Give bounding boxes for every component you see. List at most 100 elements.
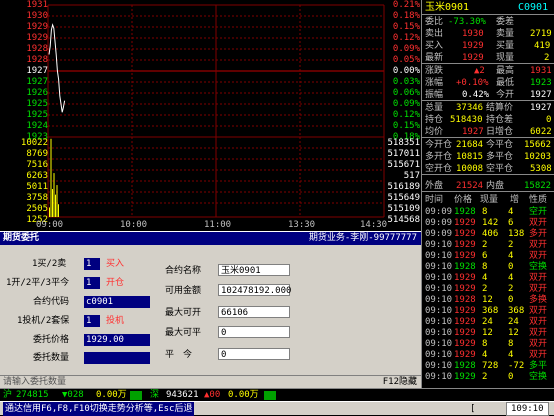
price-tick: 1925: [26, 110, 48, 120]
tick-row: 09:10 1929 12 12 双开: [422, 328, 554, 339]
volume-bar: [52, 189, 53, 217]
tick-row: 09:10 1929 6 4 双开: [422, 251, 554, 262]
tick-row: 09:10 1928 12 0 多换: [422, 295, 554, 306]
volume-tick: 10022: [20, 138, 48, 148]
bs-label: 1买/2卖: [32, 259, 67, 269]
ticks-header-time: 时间: [425, 195, 444, 205]
change-value: ▲2: [474, 66, 485, 76]
clock: 109:10: [506, 402, 549, 416]
short-close-label: 空平仓: [486, 164, 514, 174]
max-close-field: 0: [218, 326, 290, 338]
change-row: 涨跌 ▲2 最高 1931: [422, 66, 554, 77]
tick-inc: 6: [508, 218, 514, 228]
buy-vol: 419: [534, 41, 551, 51]
tick-inc: 8: [508, 339, 514, 349]
oi-row: 持仓 518430 持仓差 0: [422, 115, 554, 126]
tick-qty: 2: [482, 372, 488, 382]
tick-time: 09:10: [425, 273, 453, 283]
price-tick: 1927: [26, 77, 48, 87]
sell-row: 卖出 1930 卖量 2719: [422, 29, 554, 40]
tick-qty: 2: [482, 284, 488, 294]
quote-panel: 玉米0901 C0901 委比 -73.30% 委差 卖出 1930 卖量 27…: [421, 0, 554, 388]
tick-inc: 4: [508, 251, 514, 261]
volume-tick: 8769: [26, 149, 48, 159]
order-title: 期货委托: [3, 233, 40, 243]
tick-row: 09:10 1929 2 2 双开: [422, 284, 554, 295]
pct-tick: 0.03%: [392, 77, 420, 87]
intraday-chart[interactable]: 1931 1930 1929 1929 1928 1928 1927 1927 1926 1925…: [0, 0, 421, 231]
buy-row: 买入 1929 买量 419: [422, 41, 554, 52]
tick-qty: 4: [482, 273, 488, 283]
bs-input[interactable]: 1: [84, 258, 100, 270]
tick-price: 1929: [454, 251, 476, 261]
tick-time: 09:09: [425, 229, 453, 239]
tick-time: 09:10: [425, 328, 453, 338]
weibi-label: 委比: [425, 17, 444, 27]
tick-time: 09:10: [425, 350, 453, 360]
tick-price: 1929: [454, 273, 476, 283]
code-input[interactable]: c0901: [84, 296, 150, 308]
buy-label: 买入: [425, 41, 444, 51]
tick-qty: 142: [482, 218, 499, 228]
qty-label: 委托数量: [33, 353, 70, 363]
tick-row: 09:10 1929 2 2 双开: [422, 240, 554, 251]
tick-price: 1928: [454, 207, 476, 217]
tick-qty: 12: [482, 328, 493, 338]
tick-price: 1929: [454, 240, 476, 250]
pct-tick: 0.12%: [392, 110, 420, 120]
time-tick: 14:30: [360, 220, 388, 230]
tick-inc: 2: [508, 284, 514, 294]
long-close-label: 多平仓: [486, 152, 514, 162]
tick-kind: 多平: [529, 361, 548, 371]
ticks-header-kind: 性质: [529, 195, 548, 205]
price-label: 委托价格: [33, 335, 70, 345]
index-ticker: 沪 274815 ▼028 0.00万 深 943621 ▲00 0.00万: [0, 388, 554, 401]
ticks-header-qty: 现量: [480, 195, 499, 205]
price-tick: 1925: [26, 99, 48, 109]
tick-price: 1928: [454, 361, 476, 371]
price-tick: 1924: [26, 121, 48, 131]
daily-inc-label: 日增仓: [486, 127, 514, 137]
tick-time: 09:09: [425, 218, 453, 228]
weibi-row: 委比 -73.30% 委差: [422, 17, 554, 28]
amp-value: 0.42%: [462, 90, 490, 100]
amp-row: 振幅 0.42% 今开 1927: [422, 90, 554, 101]
tick-kind: 双开: [529, 306, 548, 316]
tick-qty: 8: [482, 339, 488, 349]
sell-vol-label: 卖量: [496, 29, 515, 39]
tick-price: 1929: [454, 284, 476, 294]
funds-label: 可用金额: [165, 286, 202, 296]
sz-bar: [264, 391, 276, 400]
pct-tick: 0.15%: [392, 121, 420, 131]
long-open-value: 10815: [456, 152, 484, 162]
tick-price: 1929: [454, 350, 476, 360]
short-open-value: 10008: [456, 164, 484, 174]
tick-kind: 双开: [529, 273, 548, 283]
change-label: 涨跌: [425, 66, 444, 76]
close-today-value: 15662: [524, 140, 552, 150]
spec-input[interactable]: 1: [84, 315, 100, 327]
volume-bar: [56, 185, 58, 217]
outer-value: 21524: [456, 181, 484, 191]
daily-inc-value: 6022: [530, 127, 552, 137]
open-label: 今开: [496, 90, 515, 100]
qty-input[interactable]: [84, 352, 150, 364]
oi-value: 518430: [450, 115, 483, 125]
volume-bar: [55, 194, 56, 217]
tick-row: 09:09 1929 142 6 双开: [422, 218, 554, 229]
tick-price: 1929: [454, 317, 476, 327]
tick-time: 09:10: [425, 295, 453, 305]
tick-row: 09:10 1928 728 -72 多平: [422, 361, 554, 372]
tick-row: 09:10 1929 8 8 双开: [422, 339, 554, 350]
price-tick: 1929: [26, 33, 48, 43]
pct-tick: 0.18%: [392, 11, 420, 21]
spec-text: 投机: [106, 316, 125, 326]
price-input[interactable]: 1929.00: [84, 334, 150, 346]
spec-label: 1投机/2套保: [17, 316, 70, 326]
outer-inner-row: 外盘 21524 内盘 15822: [422, 181, 554, 192]
oc-input[interactable]: 1: [84, 277, 100, 289]
tick-row: 09:10 1929 2 0 空换: [422, 372, 554, 383]
volume-tick: 5011: [26, 182, 48, 192]
total-value: 37346: [456, 103, 484, 113]
price-tick: 1930: [26, 11, 48, 21]
